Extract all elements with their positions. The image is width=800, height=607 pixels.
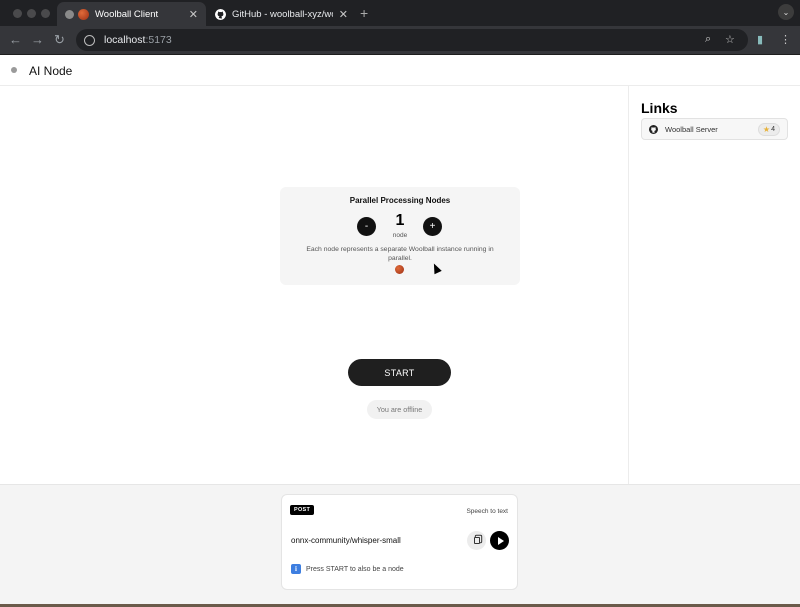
browser-menu-icon[interactable]: ⋮ — [780, 33, 791, 46]
tab-title: Woolball Client — [95, 8, 159, 20]
back-arrow-icon[interactable]: ← — [9, 32, 22, 47]
window-zoom-dot[interactable] — [41, 9, 50, 18]
github-icon — [649, 124, 658, 134]
url-port: :5173 — [145, 34, 172, 46]
yarn-ball-icon — [395, 265, 404, 274]
task-label: Speech to text — [466, 508, 508, 515]
copy-button[interactable] — [467, 531, 486, 550]
star-count: 4 — [771, 125, 775, 133]
app-header: AI Node — [0, 55, 800, 86]
star-icon: ★ — [762, 124, 771, 134]
tab-woolball-client[interactable]: Woolball Client ✕ — [57, 2, 206, 26]
github-icon — [215, 8, 226, 20]
link-label: Woolball Server — [665, 124, 718, 134]
tab-close-icon[interactable]: ✕ — [339, 8, 348, 21]
bookmark-star-icon[interactable]: ☆ — [725, 33, 735, 46]
page-title: AI Node — [29, 64, 73, 78]
reload-icon[interactable]: ↻ — [54, 32, 65, 48]
model-name: onnx-community/whisper-small — [291, 536, 401, 545]
yarn-ball-icon — [78, 8, 89, 20]
links-sidebar: Links Woolball Server ★ 4 — [628, 86, 800, 484]
play-icon — [497, 536, 504, 545]
tab-close-icon[interactable]: ✕ — [189, 8, 198, 21]
request-card: POST Speech to text onnx-community/whisp… — [281, 494, 518, 590]
new-tab-icon[interactable]: + — [360, 5, 368, 21]
info-icon: i — [291, 564, 301, 574]
main-panel: Parallel Processing Nodes - 1 node + Eac… — [0, 86, 628, 484]
nodes-title: Parallel Processing Nodes — [349, 196, 451, 205]
parallel-nodes-card: Parallel Processing Nodes - 1 node + Eac… — [280, 187, 520, 285]
info-text: Press START to also be a node — [306, 565, 404, 573]
node-count: 1 — [395, 212, 405, 229]
zoom-icon[interactable]: ⌕ — [705, 33, 711, 46]
info-message: i Press START to also be a node — [291, 564, 404, 574]
links-title: Links — [641, 100, 678, 116]
extension-icon[interactable]: ▮ — [757, 33, 763, 46]
address-bar[interactable]: localhost:5173 — [76, 29, 748, 51]
tab-search-chevron-icon[interactable]: ⌄ — [778, 4, 794, 20]
window-minimize-dot[interactable] — [27, 9, 36, 18]
tab-title: GitHub - woolball-xyz/woolba — [232, 8, 333, 20]
forward-arrow-icon[interactable]: → — [31, 32, 44, 47]
status-dot — [11, 67, 17, 73]
increment-button[interactable]: + — [423, 217, 442, 236]
tab-github[interactable]: GitHub - woolball-xyz/woolba ✕ — [207, 2, 356, 26]
globe-icon — [65, 9, 74, 19]
method-badge: POST — [290, 505, 315, 515]
link-woolball-server[interactable]: Woolball Server ★ 4 — [641, 118, 788, 140]
copy-icon — [473, 537, 480, 544]
browser-tab-bar: Woolball Client ✕ GitHub - woolball-xyz/… — [0, 0, 800, 26]
url-host: localhost — [104, 34, 146, 46]
site-info-icon[interactable] — [84, 34, 95, 46]
star-count-badge: ★ 4 — [757, 122, 780, 136]
connection-status-badge: You are offline — [367, 400, 432, 419]
nodes-description: Each node represents a separate Woolball… — [306, 246, 494, 262]
node-count-unit: node — [392, 232, 408, 239]
start-button[interactable]: START — [348, 359, 451, 386]
app-page: AI Node Parallel Processing Nodes - 1 no… — [0, 55, 800, 604]
browser-toolbar: ← → ↻ localhost:5173 ⌕ ☆ ▮ ⋮ — [0, 26, 800, 54]
request-panel: POST Speech to text onnx-community/whisp… — [0, 484, 800, 604]
play-button[interactable] — [490, 531, 509, 550]
window-close-dot[interactable] — [13, 9, 22, 18]
